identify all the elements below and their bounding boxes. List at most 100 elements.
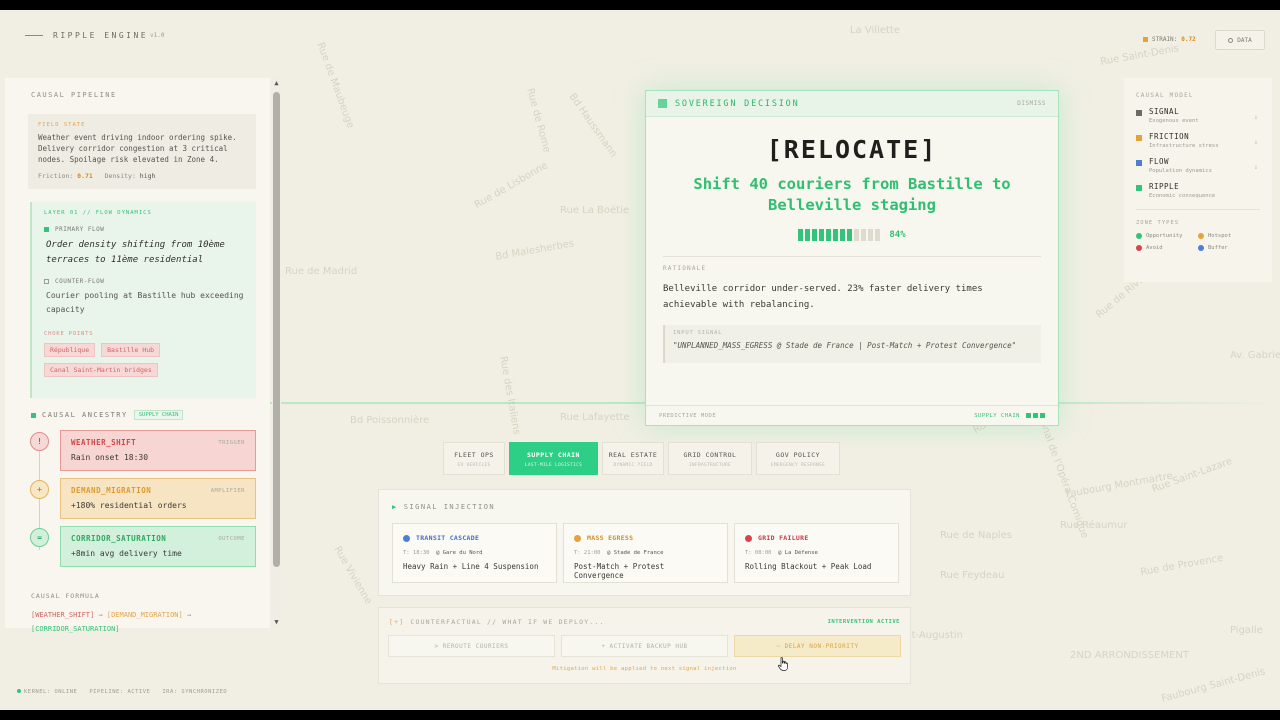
data-button-label: DATA <box>1237 36 1252 44</box>
layer-name: SIGNAL <box>1149 107 1180 116</box>
confidence-segment <box>875 229 881 241</box>
signal-swatch-icon <box>1136 110 1142 116</box>
trigger-node-icon: ! <box>30 432 49 451</box>
mitigation-note: Mitigation will be applied to next signa… <box>552 666 737 672</box>
scenario-place: @ La Défense <box>778 550 818 556</box>
intervention-status: INTERVENTION ACTIVE <box>827 619 900 625</box>
ancestry-event-outcome[interactable]: CORRIDOR_SATURATION OUTCOME +8min avg de… <box>60 526 256 567</box>
scroll-up-icon[interactable]: ▲ <box>273 80 280 87</box>
scenario-place: @ Stade de France <box>607 550 664 556</box>
event-desc: +8min avg delivery time <box>71 549 182 558</box>
flow-swatch-icon <box>1136 160 1142 166</box>
scenario-transit-cascade[interactable]: TRANSIT CASCADE T: 18:30 @ Gare du Nord … <box>392 523 557 583</box>
tab-fleet-ops[interactable]: FLEET OPS EV VEHICLES <box>443 442 505 475</box>
field-state-text: Weather event driving indoor ordering sp… <box>38 133 237 164</box>
scenario-time: T: 08:00 <box>745 550 772 556</box>
layer-name: RIPPLE <box>1149 182 1180 191</box>
strain-label: STRAIN: <box>1152 36 1178 43</box>
scenario-dot-icon <box>574 534 581 542</box>
layer-title: LAYER 01 // FLOW DYNAMICS <box>44 210 152 216</box>
reroute-couriers-button[interactable]: > REROUTE COURIERS <box>388 635 555 657</box>
zone-dot-icon <box>1136 245 1142 251</box>
layer-name: FLOW <box>1149 157 1170 166</box>
domain-tag-text: SUPPLY CHAIN <box>974 412 1020 419</box>
scenario-name: GRID FAILURE <box>758 534 809 542</box>
model-layer-flow: FLOW Population dynamics ↓ <box>1136 157 1260 174</box>
data-button[interactable]: DATA <box>1215 30 1265 50</box>
dismiss-button[interactable]: DISMISS <box>1017 100 1046 107</box>
divider <box>663 256 1041 257</box>
scenario-mass-egress[interactable]: MASS EGRESS T: 21:00 @ Stade de France P… <box>563 523 728 583</box>
confidence-segment <box>840 229 846 241</box>
choke-point-tag[interactable]: Bastille Hub <box>101 343 161 357</box>
confidence-bars <box>798 229 881 241</box>
version-label: v1.0 <box>150 32 165 39</box>
zone-name: Opportunity <box>1146 233 1183 239</box>
tab-gov-policy[interactable]: GOV POLICY EMERGENCY RESPONSE <box>756 442 840 475</box>
scenario-name: TRANSIT CASCADE <box>416 534 480 542</box>
input-signal-text: "UNPLANNED_MASS_EGRESS @ Stade de France… <box>673 341 1017 350</box>
scenario-desc: Rolling Blackout + Peak Load <box>745 562 872 571</box>
activate-backup-hub-button[interactable]: + ACTIVATE BACKUP HUB <box>561 635 728 657</box>
delay-non-priority-button[interactable]: ~ DELAY NON-PRIORITY <box>734 635 901 657</box>
confidence-segment <box>826 229 832 241</box>
model-title: CAUSAL MODEL <box>1136 92 1194 99</box>
counter-flow-label: COUNTER-FLOW <box>44 278 244 285</box>
rationale-text: Belleville corridor under-served. 23% fa… <box>663 284 983 310</box>
scenario-meta: T: 18:30 @ Gare du Nord <box>403 550 546 556</box>
choke-point-tag[interactable]: République <box>44 343 96 357</box>
flow-dynamics-layer: LAYER 01 // FLOW DYNAMICS PRIMARY FLOW O… <box>30 202 256 398</box>
rationale-label: RATIONALE <box>663 265 707 272</box>
tab-supply-chain[interactable]: SUPPLY CHAIN LAST-MILE LOGISTICS <box>509 442 598 475</box>
field-state-label: FIELD STATE <box>38 122 86 128</box>
ira-status: IRA: SYNCHRONIZED <box>162 689 228 695</box>
scroll-down-icon[interactable]: ▼ <box>273 619 280 626</box>
tab-sub: EV VEHICLES <box>457 463 491 468</box>
map-street-label: Rue de Maubeuge <box>314 41 356 130</box>
field-state-meta: Friction: 0.71 Density: high <box>38 172 246 180</box>
formula-arrow: → <box>186 611 192 619</box>
tab-grid-control[interactable]: GRID CONTROL INFRASTRUCTURE <box>668 442 752 475</box>
domain-tabs: FLEET OPS EV VEHICLES SUPPLY CHAIN LAST-MI… <box>443 442 840 475</box>
scenario-header: MASS EGRESS <box>574 534 717 542</box>
causal-formula: [WEATHER_SHIFT] → [DEMAND_MIGRATION] → [… <box>31 608 261 636</box>
divider <box>1136 209 1260 210</box>
tab-sub: INFRASTRUCTURE <box>688 463 732 468</box>
confidence-value: 84% <box>889 230 906 240</box>
kernel-status-text: KERNEL: ONLINE <box>24 689 78 695</box>
tab-label: GOV POLICY <box>775 451 821 459</box>
kernel-status: KERNEL: ONLINE <box>17 689 77 695</box>
causal-ancestry-header: CAUSAL ANCESTRY SUPPLY CHAIN <box>31 410 184 420</box>
scroll-thumb[interactable] <box>273 92 280 567</box>
map-street-label: Rue de Madrid <box>285 266 358 277</box>
domain-tag: SUPPLY CHAIN <box>974 413 1045 419</box>
scenario-grid-failure[interactable]: GRID FAILURE T: 08:00 @ La Défense Rolli… <box>734 523 899 583</box>
counter-flow-icon <box>44 279 49 284</box>
tab-real-estate[interactable]: REAL ESTATE DYNAMIC YIELD <box>602 442 664 475</box>
model-layer-ripple: RIPPLE Economic consequence <box>1136 182 1260 199</box>
tab-sub: EMERGENCY RESPONSE <box>770 463 826 468</box>
input-signal-label: INPUT SIGNAL <box>673 330 723 336</box>
zone-dot-icon <box>1198 245 1204 251</box>
confidence-segment <box>812 229 818 241</box>
confidence-segment <box>833 229 839 241</box>
ancestry-event-amplifier[interactable]: DEMAND_MIGRATION AMPLIFIER +180% residen… <box>60 478 256 519</box>
tab-sub: LAST-MILE LOGISTICS <box>524 463 583 468</box>
map-street-label: Rue de Provence <box>1139 552 1225 579</box>
scenario-header: GRID FAILURE <box>745 534 888 542</box>
hand-cursor-icon <box>778 657 788 671</box>
zone-name: Avoid <box>1146 245 1163 251</box>
choke-point-tag[interactable]: Canal Saint-Martin bridges <box>44 363 158 377</box>
scenario-meta: T: 21:00 @ Stade de France <box>574 550 717 556</box>
data-icon <box>1228 37 1234 43</box>
confidence-meter: 84% <box>646 229 1058 241</box>
ancestry-event-trigger[interactable]: WEATHER_SHIFT TRIGGER Rain onset 18:30 <box>60 430 256 471</box>
decision-icon <box>658 99 667 108</box>
friction-value: 0.71 <box>77 172 93 180</box>
signal-injection-panel: ▶ SIGNAL INJECTION TRANSIT CASCADE T: 18:… <box>378 489 911 596</box>
confidence-segment <box>847 229 853 241</box>
confidence-segment <box>798 229 804 241</box>
counterfactual-prefix-icon: [+] <box>389 618 405 626</box>
pipeline-status: PIPELINE: ACTIVE <box>89 689 151 695</box>
pipeline-scrollbar[interactable]: ▲ ▼ <box>272 78 281 628</box>
